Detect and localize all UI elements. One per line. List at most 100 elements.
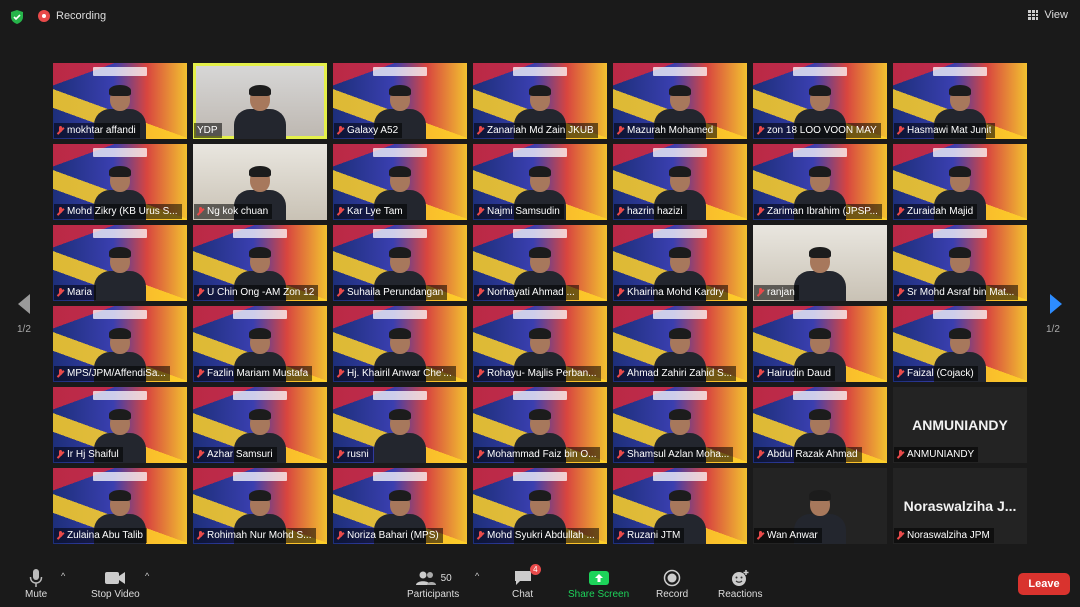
participant-name-label: Mazurah Mohamed <box>614 123 718 138</box>
participant-display-name: ANMUNIANDY <box>912 417 1008 433</box>
muted-microphone-icon <box>197 207 204 216</box>
participant-tile[interactable]: Kar Lye Tam <box>333 144 467 220</box>
shield-icon[interactable] <box>9 9 25 25</box>
mute-label: Mute <box>25 589 48 600</box>
participant-tile[interactable]: Rohayu- Majlis Perban... <box>473 306 607 382</box>
participant-tile[interactable]: Fazlin Mariam Mustafa <box>193 306 327 382</box>
participant-tile[interactable]: hazrin hazizi <box>613 144 747 220</box>
participant-tile[interactable]: Hairudin Daud <box>753 306 887 382</box>
participant-tile[interactable]: Najmi Samsudin <box>473 144 607 220</box>
participant-tile[interactable]: Suhaila Perundangan <box>333 225 467 301</box>
participant-tile[interactable]: Abdul Razak Ahmad <box>753 387 887 463</box>
event-banner <box>233 472 287 481</box>
recording-indicator[interactable]: Recording <box>38 10 106 22</box>
event-banner <box>513 67 567 76</box>
mute-options-caret-icon[interactable]: ^ <box>61 571 65 581</box>
event-banner <box>933 229 987 238</box>
participant-name: Noriza Bahari (MPS) <box>347 530 439 541</box>
participant-tile[interactable]: U Chin Ong -AM Zon 12 <box>193 225 327 301</box>
participant-tile[interactable]: Zuraidah Majid <box>893 144 1027 220</box>
participant-tile[interactable]: Maria <box>53 225 187 301</box>
participant-tile[interactable]: YDP <box>193 63 327 139</box>
participant-name-label: Sr Mohd Asraf bin Mat... <box>894 285 1019 300</box>
participants-icon: 50 <box>415 567 452 589</box>
participant-tile[interactable]: Faizal (Cojack) <box>893 306 1027 382</box>
participant-tile[interactable]: Noriza Bahari (MPS) <box>333 468 467 544</box>
recording-label: Recording <box>56 10 107 22</box>
participant-name-label: Mohammad Faiz bin O... <box>474 447 601 462</box>
participant-tile[interactable]: Zariman Ibrahim (JPSP... <box>753 144 887 220</box>
participant-name: YDP <box>197 125 218 136</box>
reactions-label: Reactions <box>718 589 763 600</box>
participant-tile[interactable]: Sr Mohd Asraf bin Mat... <box>893 225 1027 301</box>
participant-name: Ahmad Zahiri Zahid S... <box>627 368 733 379</box>
mute-button[interactable]: Mute <box>25 567 47 600</box>
participant-tile[interactable]: Zulaina Abu Talib <box>53 468 187 544</box>
participant-name-label: Suhaila Perundangan <box>334 285 448 300</box>
participant-tile[interactable]: Shamsul Azlan Moha... <box>613 387 747 463</box>
participant-name-label: Kar Lye Tam <box>334 204 407 219</box>
participant-name-label: YDP <box>194 123 222 138</box>
stop-video-button[interactable]: Stop Video <box>91 567 140 600</box>
participants-options-caret-icon[interactable]: ^ <box>475 571 479 581</box>
participant-tile[interactable]: Zanariah Md Zain JKUB <box>473 63 607 139</box>
participant-tile[interactable]: Mohd Zikry (KB Urus S... <box>53 144 187 220</box>
participant-tile[interactable]: rusni <box>333 387 467 463</box>
event-banner <box>373 148 427 157</box>
participant-name: ANMUNIANDY <box>907 449 975 460</box>
participant-name-label: Shamsul Azlan Moha... <box>614 447 734 462</box>
record-button[interactable]: Record <box>656 567 688 600</box>
participant-name-label: MPS/JPM/AffendiSa... <box>54 366 170 381</box>
participant-tile[interactable]: mokhtar affandi <box>53 63 187 139</box>
participant-tile[interactable]: ranjan <box>753 225 887 301</box>
participant-name-label: Ahmad Zahiri Zahid S... <box>614 366 737 381</box>
participant-tile[interactable]: Mohd Syukri Abdullah ... <box>473 468 607 544</box>
view-label: View <box>1044 9 1068 21</box>
event-banner <box>793 391 847 400</box>
leave-button[interactable]: Leave <box>1018 573 1070 595</box>
participant-tile[interactable]: Hj. Khairil Anwar Che'... <box>333 306 467 382</box>
participant-tile[interactable]: Mazurah Mohamed <box>613 63 747 139</box>
participant-name: Maria <box>67 287 93 298</box>
participant-tile[interactable]: Rohimah Nur Mohd S... <box>193 468 327 544</box>
participant-tile[interactable]: Ruzani JTM <box>613 468 747 544</box>
participant-name-label: hazrin hazizi <box>614 204 687 219</box>
participant-tile[interactable]: Galaxy A52 <box>333 63 467 139</box>
participants-button[interactable]: 50 Participants <box>407 567 459 600</box>
participant-tile[interactable]: zon 18 LOO VOON MAY <box>753 63 887 139</box>
muted-microphone-icon <box>57 126 64 135</box>
participant-name-label: Ir Hj Shaiful <box>54 447 123 462</box>
reactions-button[interactable]: Reactions <box>718 567 762 600</box>
event-banner <box>373 67 427 76</box>
event-banner <box>233 310 287 319</box>
participant-name: Najmi Samsudin <box>487 206 560 217</box>
event-banner <box>933 148 987 157</box>
participant-tile[interactable]: MPS/JPM/AffendiSa... <box>53 306 187 382</box>
participant-name-label: Noraswalziha JPM <box>894 528 994 543</box>
chat-button[interactable]: 4 Chat <box>512 564 541 600</box>
next-page-arrow-icon[interactable] <box>1046 292 1066 316</box>
participant-tile[interactable]: Ng kok chuan <box>193 144 327 220</box>
participant-tile[interactable]: Ir Hj Shaiful <box>53 387 187 463</box>
participant-name-label: Khairina Mohd Kardry <box>614 285 728 300</box>
muted-microphone-icon <box>337 450 344 459</box>
view-button[interactable]: View <box>1028 9 1068 21</box>
participant-tile[interactable]: Khairina Mohd Kardry <box>613 225 747 301</box>
participant-name-label: ranjan <box>754 285 799 300</box>
participant-tile[interactable]: Hasmawi Mat Junit <box>893 63 1027 139</box>
participant-name: Ir Hj Shaiful <box>67 449 119 460</box>
participant-tile[interactable]: Norhayati Ahmad ... <box>473 225 607 301</box>
participant-tile[interactable]: Azhar Samsuri <box>193 387 327 463</box>
participant-tile[interactable]: ANMUNIANDY ANMUNIANDY <box>893 387 1027 463</box>
previous-page-arrow-icon[interactable] <box>14 292 34 316</box>
participant-name-label: zon 18 LOO VOON MAY <box>754 123 881 138</box>
participant-tile[interactable]: Ahmad Zahiri Zahid S... <box>613 306 747 382</box>
participant-tile[interactable]: Noraswalziha J... Noraswalziha JPM <box>893 468 1027 544</box>
participant-tile[interactable]: Wan Anwar <box>753 468 887 544</box>
share-screen-button[interactable]: Share Screen <box>568 567 629 600</box>
participant-name-label: Zariman Ibrahim (JPSP... <box>754 204 882 219</box>
video-options-caret-icon[interactable]: ^ <box>145 571 149 581</box>
participant-name: Abdul Razak Ahmad <box>767 449 858 460</box>
participant-name-label: Hj. Khairil Anwar Che'... <box>334 366 456 381</box>
participant-tile[interactable]: Mohammad Faiz bin O... <box>473 387 607 463</box>
